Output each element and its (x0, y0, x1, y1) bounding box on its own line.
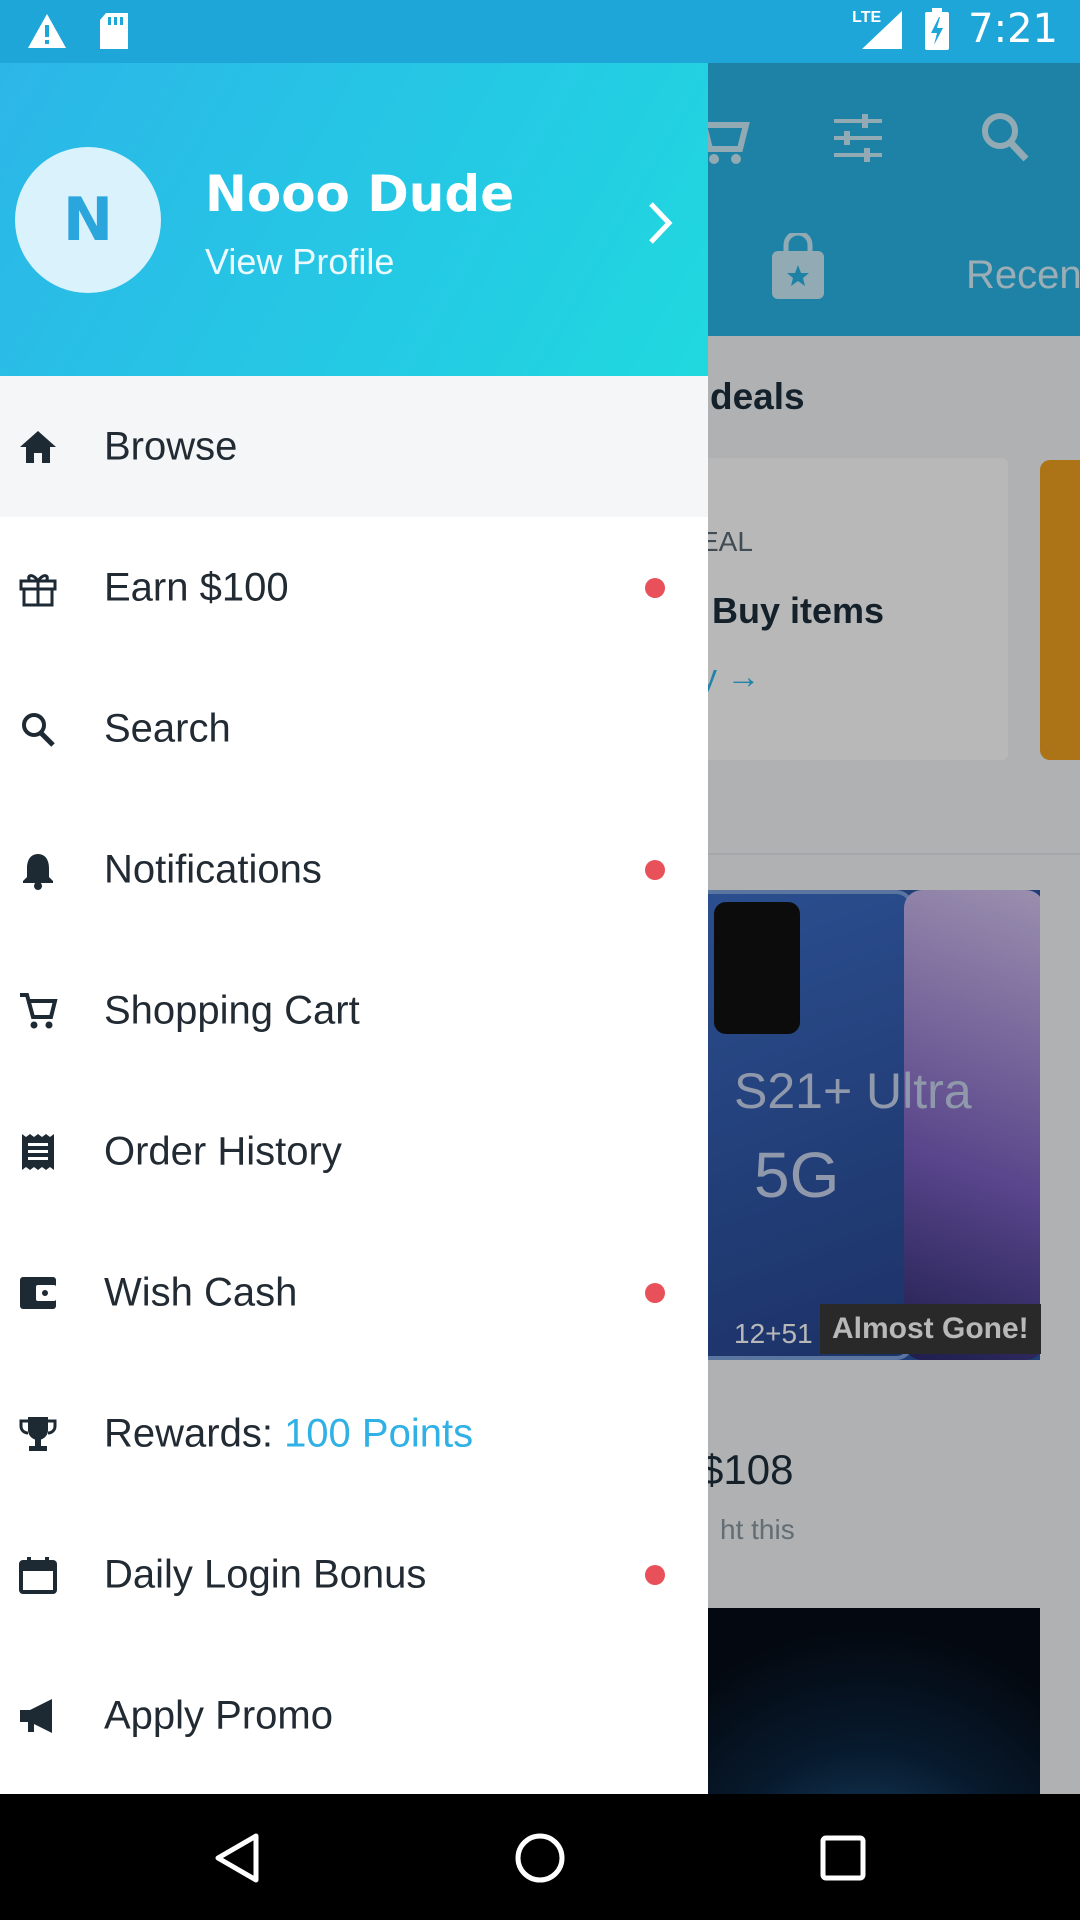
status-bar: LTE 7:21 (0, 0, 1080, 63)
menu-item-daily-login-bonus[interactable]: Daily Login Bonus (0, 1504, 708, 1645)
menu-item-shopping-cart[interactable]: Shopping Cart (0, 940, 708, 1081)
megaphone-icon (20, 1698, 52, 1733)
menu-item-earn[interactable]: Earn $100 (0, 517, 708, 658)
calendar-icon (19, 1556, 57, 1594)
menu-label: Notifications (104, 847, 322, 891)
rewards-label: Rewards: (104, 1411, 285, 1455)
menu-item-order-history[interactable]: Order History (0, 1081, 708, 1222)
chevron-right-icon[interactable] (645, 198, 675, 248)
search-icon (22, 712, 55, 747)
battery-charging-icon (925, 8, 950, 50)
notification-dot (645, 859, 665, 880)
menu-label: Apply Promo (104, 1693, 333, 1737)
menu-item-search[interactable]: Search (0, 658, 708, 799)
gift-icon (19, 573, 57, 606)
network-type: LTE (852, 9, 882, 26)
menu-label: Rewards: 100 Points (104, 1411, 473, 1456)
back-icon[interactable] (210, 1830, 266, 1886)
navigation-drawer: N Nooo Dude View Profile Browse Earn $10… (0, 63, 708, 1794)
menu-item-wish-cash[interactable]: Wish Cash (0, 1222, 708, 1363)
profile-name: Nooo Dude (205, 165, 515, 223)
clock: 7:21 (968, 6, 1058, 52)
menu-label: Browse (104, 424, 238, 468)
system-navigation-bar (0, 1794, 1080, 1920)
warning-icon (28, 14, 66, 48)
receipt-icon (22, 1133, 54, 1170)
wallet-icon (20, 1276, 56, 1309)
menu-label: Wish Cash (104, 1270, 298, 1314)
menu-label: Order History (104, 1129, 342, 1173)
view-profile-link[interactable]: View Profile (205, 241, 394, 283)
notification-dot (645, 1564, 665, 1585)
menu-item-browse[interactable]: Browse (0, 376, 708, 517)
menu-item-apply-promo[interactable]: Apply Promo (0, 1645, 708, 1786)
bell-icon (23, 853, 53, 890)
menu-label: Daily Login Bonus (104, 1552, 427, 1596)
trophy-icon (19, 1416, 57, 1451)
menu-label: Shopping Cart (104, 988, 360, 1032)
notification-dot (645, 1282, 665, 1303)
notification-dot (645, 577, 665, 598)
recents-icon[interactable] (815, 1830, 871, 1886)
profile-header[interactable]: N Nooo Dude View Profile (0, 63, 708, 376)
home-circle-icon[interactable] (512, 1830, 568, 1886)
avatar[interactable]: N (15, 147, 161, 293)
signal-icon: LTE (852, 7, 906, 51)
cart-icon (20, 992, 58, 1028)
menu-item-rewards[interactable]: Rewards: 100 Points (0, 1363, 708, 1504)
menu-label: Search (104, 706, 231, 750)
home-icon (20, 430, 56, 463)
drawer-menu: Browse Earn $100 Search Notifications Sh… (0, 376, 708, 1786)
rewards-points: 100 Points (284, 1411, 474, 1455)
menu-item-notifications[interactable]: Notifications (0, 799, 708, 940)
sd-card-icon (100, 13, 128, 49)
menu-label: Earn $100 (104, 565, 289, 609)
